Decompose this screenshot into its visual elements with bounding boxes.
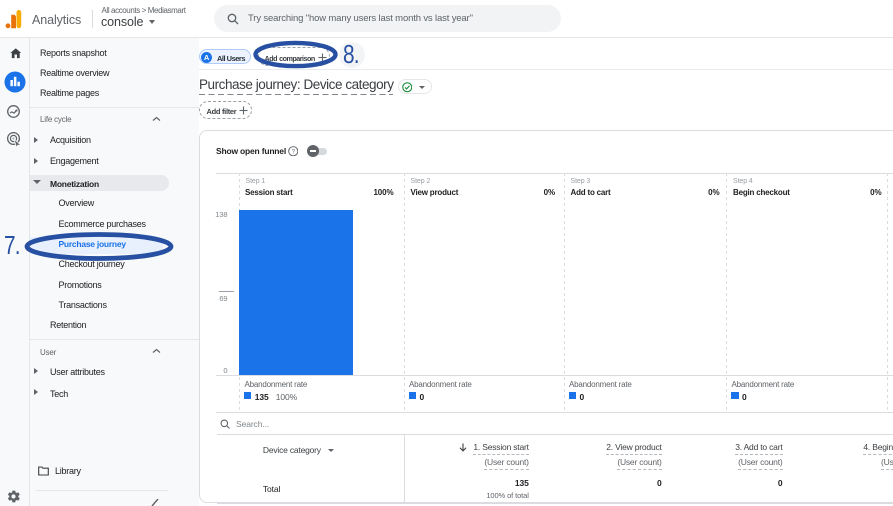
svg-text:?: ? [291,148,295,155]
